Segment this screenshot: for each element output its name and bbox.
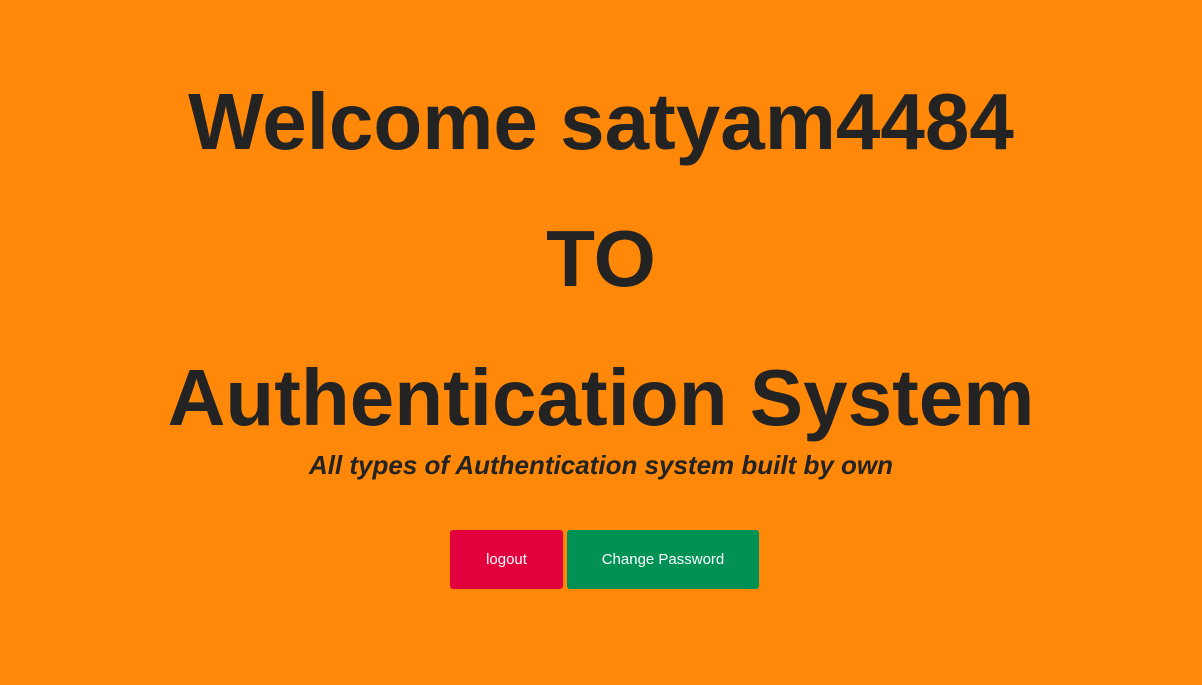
change-password-button[interactable]: Change Password (567, 530, 759, 589)
tagline: All types of Authentication system built… (308, 450, 894, 480)
logout-button[interactable]: logout (450, 530, 563, 589)
welcome-heading: Welcome satyam4484 (188, 77, 1014, 166)
to-heading: TO (546, 214, 656, 303)
home-page: Welcome satyam4484 TO Authentication Sys… (0, 0, 1202, 685)
system-heading: Authentication System (167, 353, 1035, 442)
